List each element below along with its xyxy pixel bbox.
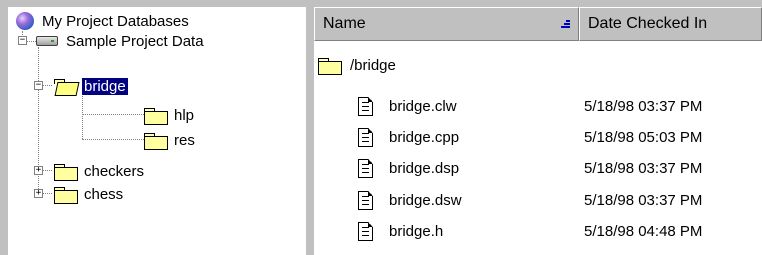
collapse-toggle[interactable]: −: [34, 81, 43, 90]
tree-node-label: Sample Project Data: [66, 32, 204, 50]
name-cell: /bridge: [318, 56, 396, 75]
tree-node-bridge[interactable]: bridge: [54, 76, 128, 96]
date-cell: 5/18/98 05:03 PM: [584, 128, 703, 146]
folder-path: /bridge: [350, 56, 396, 74]
date-cell: 5/18/98 03:37 PM: [584, 97, 703, 115]
file-name: bridge.dsw: [389, 191, 462, 209]
file-name: bridge.dsp: [389, 159, 460, 177]
file-list[interactable]: Name Date Checked In /bridge bridge.clw …: [314, 7, 762, 255]
project-tree[interactable]: My Project Databases − Sample Project Da…: [8, 7, 306, 255]
document-icon: [358, 96, 373, 116]
date-cell: 5/18/98 03:37 PM: [584, 159, 703, 177]
folder-icon: [144, 132, 168, 150]
open-folder-icon: [54, 78, 76, 94]
sort-ascending-icon: [560, 20, 570, 29]
folder-icon: [54, 186, 78, 204]
tree-node-label-selected: bridge: [82, 77, 128, 95]
file-row[interactable]: bridge.dsp 5/18/98 03:37 PM: [314, 153, 762, 183]
tree-node-root[interactable]: My Project Databases: [16, 11, 189, 31]
name-cell: bridge.dsw: [358, 190, 462, 210]
name-cell: bridge.clw: [358, 96, 457, 116]
file-row[interactable]: bridge.cpp 5/18/98 05:03 PM: [314, 122, 762, 152]
collapse-toggle[interactable]: −: [18, 36, 27, 45]
name-cell: bridge.cpp: [358, 127, 460, 147]
tree-node-label: chess: [84, 185, 124, 203]
column-header-label: Date Checked In: [588, 15, 708, 32]
tree-connector: [82, 139, 144, 140]
tree-node-label: hlp: [174, 106, 195, 124]
tree-node-checkers[interactable]: checkers: [54, 161, 144, 181]
folder-icon: [144, 107, 168, 125]
tree-node-database[interactable]: Sample Project Data: [36, 31, 204, 51]
document-icon: [358, 221, 373, 241]
expand-toggle[interactable]: +: [34, 189, 43, 198]
file-name: bridge.clw: [389, 97, 457, 115]
tree-node-hlp[interactable]: hlp: [144, 105, 194, 125]
document-icon: [358, 127, 373, 147]
tree-node-res[interactable]: res: [144, 130, 195, 150]
date-cell: 5/18/98 04:48 PM: [584, 222, 703, 240]
date-cell: 5/18/98 03:37 PM: [584, 191, 703, 209]
tree-node-chess[interactable]: chess: [54, 184, 123, 204]
document-icon: [358, 190, 373, 210]
file-row[interactable]: bridge.h 5/18/98 04:48 PM: [314, 216, 762, 246]
tree-node-label: My Project Databases: [42, 12, 189, 30]
folder-icon: [54, 163, 78, 181]
globe-icon: [16, 12, 34, 30]
column-header-name[interactable]: Name: [314, 7, 579, 41]
tree-node-label: res: [174, 131, 195, 149]
file-row[interactable]: bridge.dsw 5/18/98 03:37 PM: [314, 185, 762, 215]
document-icon: [358, 158, 373, 178]
expand-toggle[interactable]: +: [34, 166, 43, 175]
open-folder-icon: [318, 57, 342, 75]
file-row[interactable]: bridge.clw 5/18/98 03:37 PM: [314, 91, 762, 121]
database-drive-icon: [36, 36, 58, 46]
name-cell: bridge.dsp: [358, 158, 460, 178]
file-name: bridge.cpp: [389, 128, 460, 146]
project-database-browser: My Project Databases − Sample Project Da…: [0, 0, 762, 255]
name-cell: bridge.h: [358, 221, 444, 241]
split-pane-divider[interactable]: [306, 0, 314, 255]
file-name: bridge.h: [389, 222, 444, 240]
tree-connector: [82, 114, 144, 115]
current-folder-row[interactable]: /bridge: [314, 50, 762, 80]
tree-node-label: checkers: [84, 162, 145, 180]
column-header-label: Name: [323, 15, 366, 32]
column-header-date[interactable]: Date Checked In: [579, 7, 762, 41]
tree-connector: [82, 91, 83, 139]
